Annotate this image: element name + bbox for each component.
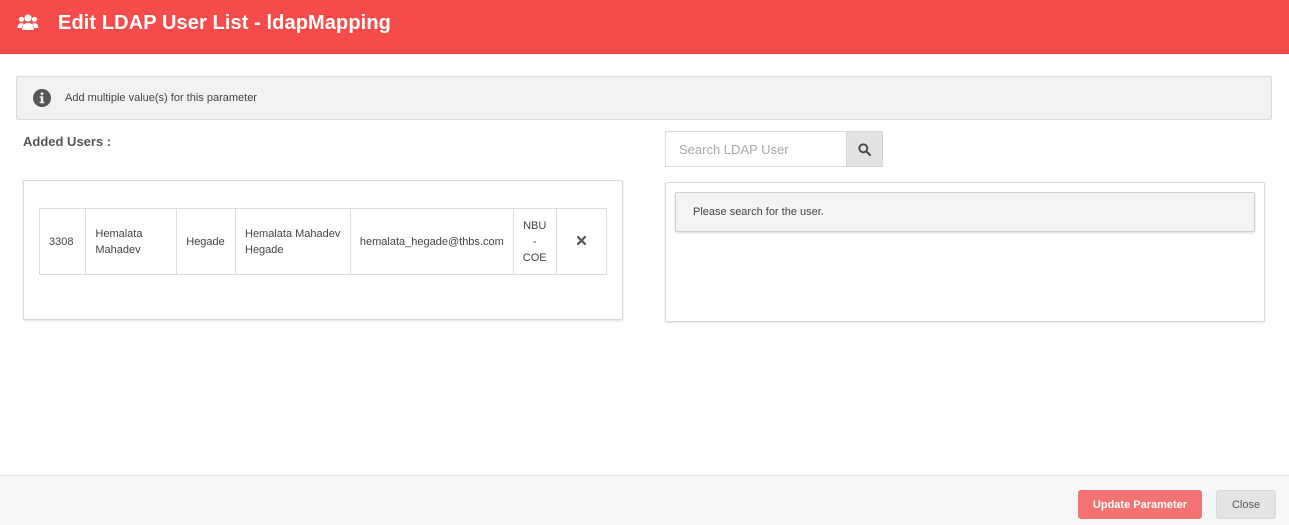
user-id-cell: 3308 xyxy=(38,208,87,275)
dialog-title: Edit LDAP User List - ldapMapping xyxy=(58,12,391,34)
search-message: Please search for the user. xyxy=(675,192,1255,232)
user-last-name-cell: Hegade xyxy=(176,208,236,275)
search-icon xyxy=(858,142,871,156)
close-icon[interactable] xyxy=(576,235,586,245)
added-users-label: Added Users : xyxy=(23,134,112,149)
remove-user-cell xyxy=(555,208,608,275)
search-results-panel: Please search for the user. xyxy=(665,182,1265,322)
users-icon xyxy=(17,14,39,30)
user-first-name-cell: Hemalata Mahadev xyxy=(85,208,178,275)
user-full-name-cell: Hemalata Mahadev Hegade xyxy=(235,208,351,275)
added-users-panel: 3308 Hemalata Mahadev Hegade Hemalata Ma… xyxy=(23,180,623,320)
added-users-table: 3308 Hemalata Mahadev Hegade Hemalata Ma… xyxy=(38,208,608,275)
info-icon xyxy=(33,89,51,107)
search-button[interactable] xyxy=(846,131,883,167)
ldap-search-group xyxy=(665,131,883,167)
user-department-cell: NBU - COE xyxy=(512,208,557,275)
ldap-search-input[interactable] xyxy=(665,131,846,167)
dialog-footer: Update Parameter Close xyxy=(0,475,1289,525)
update-parameter-button[interactable]: Update Parameter xyxy=(1078,490,1202,519)
info-banner: Add multiple value(s) for this parameter xyxy=(16,76,1272,120)
user-email-cell: hemalata_hegade@thbs.com xyxy=(349,208,514,275)
dialog-header: Edit LDAP User List - ldapMapping xyxy=(0,0,1289,54)
table-row: 3308 Hemalata Mahadev Hegade Hemalata Ma… xyxy=(38,208,608,275)
info-text: Add multiple value(s) for this parameter xyxy=(65,92,257,104)
close-button[interactable]: Close xyxy=(1216,490,1276,519)
